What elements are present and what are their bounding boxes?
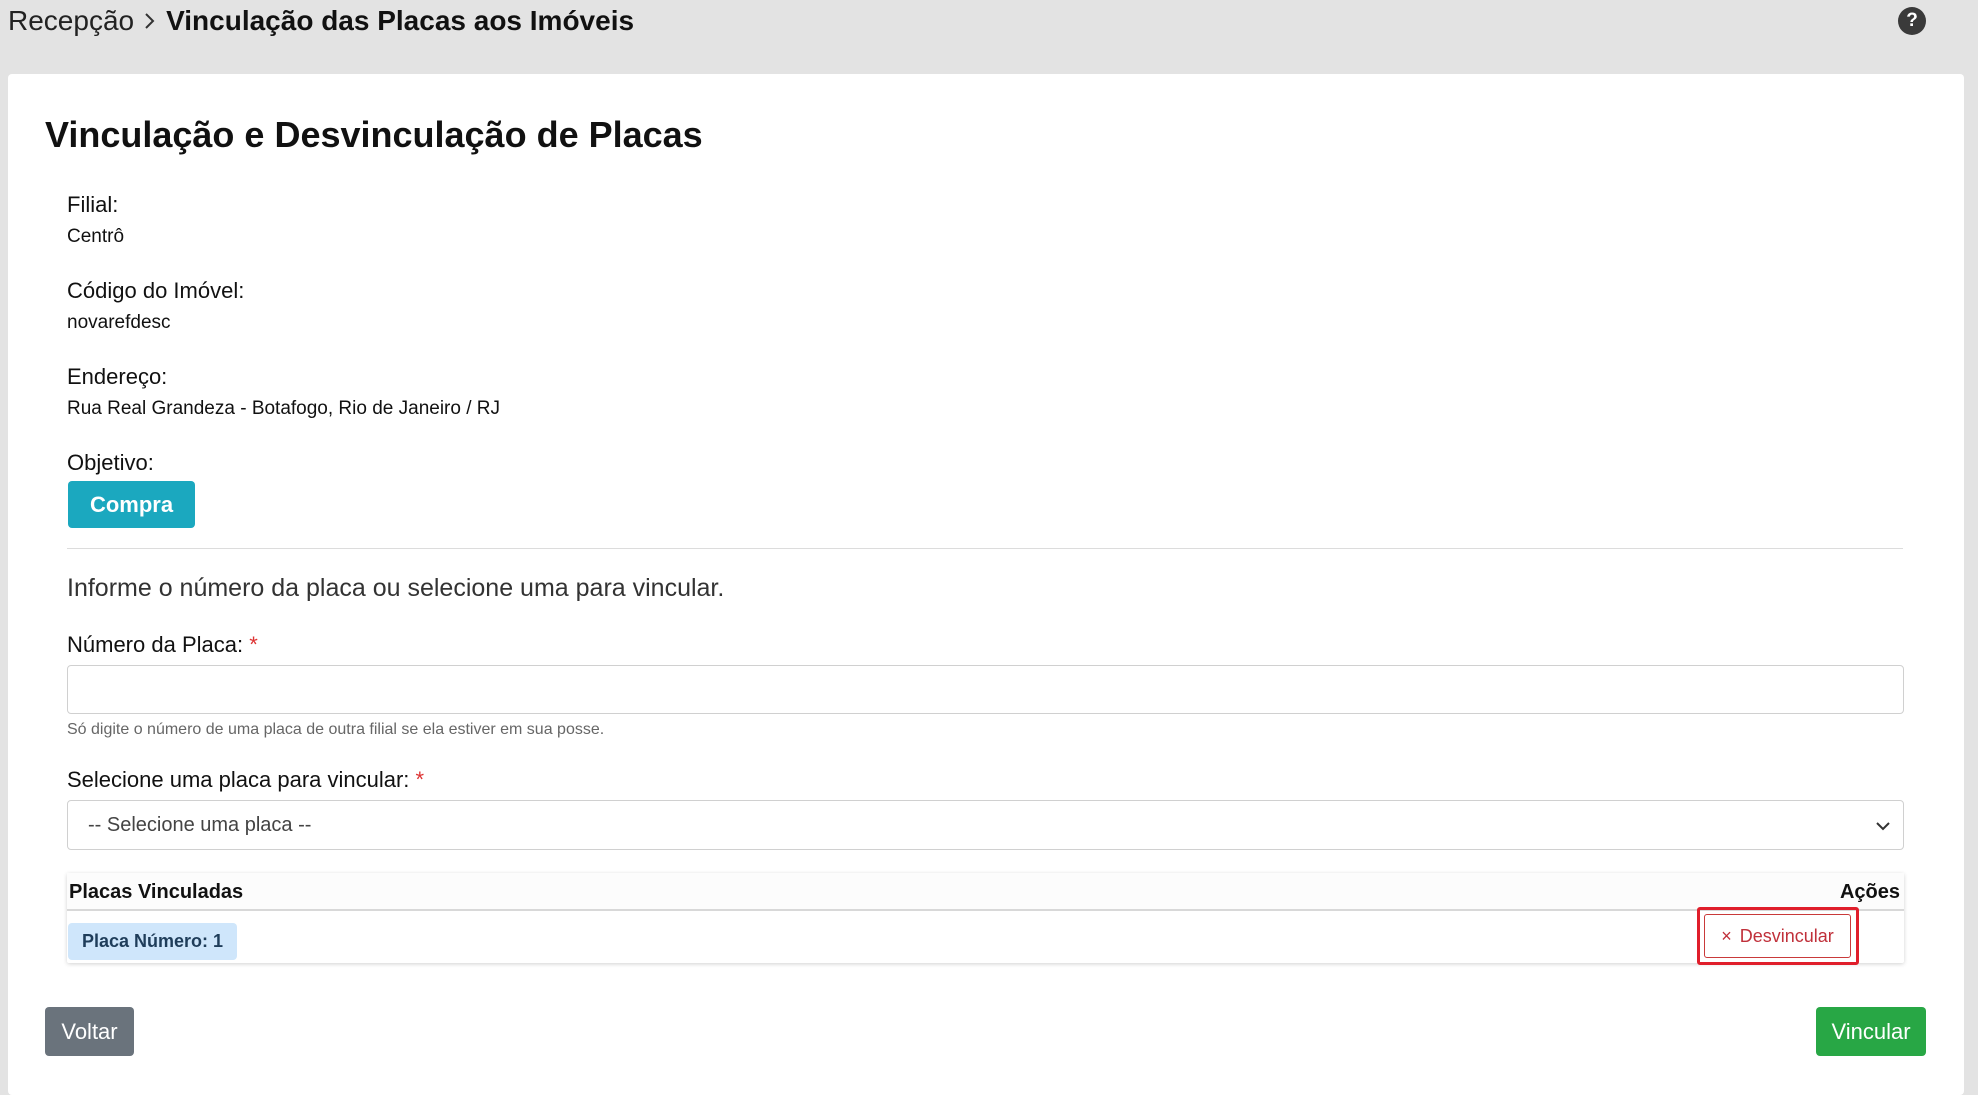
codigo-imovel-label: Código do Imóvel: <box>67 278 245 303</box>
required-mark: * <box>415 767 425 792</box>
divider <box>67 548 1903 549</box>
breadcrumb-root[interactable]: Recepção <box>8 4 134 38</box>
filial-label: Filial: <box>67 192 119 217</box>
numero-placa-input[interactable] <box>67 665 1904 714</box>
breadcrumb-current: Vinculação das Placas aos Imóveis <box>166 5 635 36</box>
endereco-value: Rua Real Grandeza - Botafogo, Rio de Jan… <box>67 398 501 419</box>
desvincular-label: Desvincular <box>1739 925 1834 946</box>
desvincular-highlight: × Desvincular <box>1697 907 1859 965</box>
objetivo-label: Objetivo: <box>67 450 154 475</box>
placas-vinculadas-table: Placas Vinculadas Ações Placa Número: 1 <box>67 873 1904 963</box>
required-mark: * <box>249 632 258 657</box>
page-title: Vinculação e Desvinculação de Placas <box>45 114 703 155</box>
chevron-right-icon <box>144 12 156 30</box>
filial-value: Centrô <box>67 226 125 247</box>
breadcrumb: Recepção Vinculação das Placas aos Imóve… <box>8 4 634 38</box>
vincular-button[interactable]: Vincular <box>1816 1007 1926 1056</box>
numero-placa-label: Número da Placa: * <box>67 632 258 658</box>
select-placa-value: -- Selecione uma placa -- <box>88 813 312 836</box>
select-placa-label-text: Selecione uma placa para vincular: <box>67 767 410 792</box>
main-card: Vinculação e Desvinculação de Placas Fil… <box>8 74 1964 1095</box>
table-header-acoes: Ações <box>1839 881 1900 903</box>
table-header-placas: Placas Vinculadas <box>69 881 244 903</box>
endereco-label: Endereço: <box>67 364 168 389</box>
instruction-text: Informe o número da placa ou selecione u… <box>67 574 725 602</box>
chevron-down-icon <box>1875 817 1891 840</box>
select-placa-label: Selecione uma placa para vincular: * <box>67 767 424 793</box>
select-placa-dropdown[interactable]: -- Selecione uma placa -- <box>67 800 1904 850</box>
table-header: Placas Vinculadas Ações <box>67 873 1904 911</box>
desvincular-button[interactable]: × Desvincular <box>1704 914 1851 958</box>
objetivo-badge: Compra <box>68 481 195 528</box>
placa-badge: Placa Número: 1 <box>68 923 238 960</box>
help-icon[interactable]: ? <box>1898 7 1926 35</box>
top-bar: Recepção Vinculação das Placas aos Imóve… <box>0 0 1978 72</box>
codigo-imovel-value: novarefdesc <box>67 312 171 333</box>
voltar-button[interactable]: Voltar <box>45 1007 134 1056</box>
numero-placa-label-text: Número da Placa: <box>67 632 244 657</box>
close-icon: × <box>1721 925 1732 946</box>
numero-placa-help: Só digite o número de uma placa de outra… <box>67 721 605 738</box>
